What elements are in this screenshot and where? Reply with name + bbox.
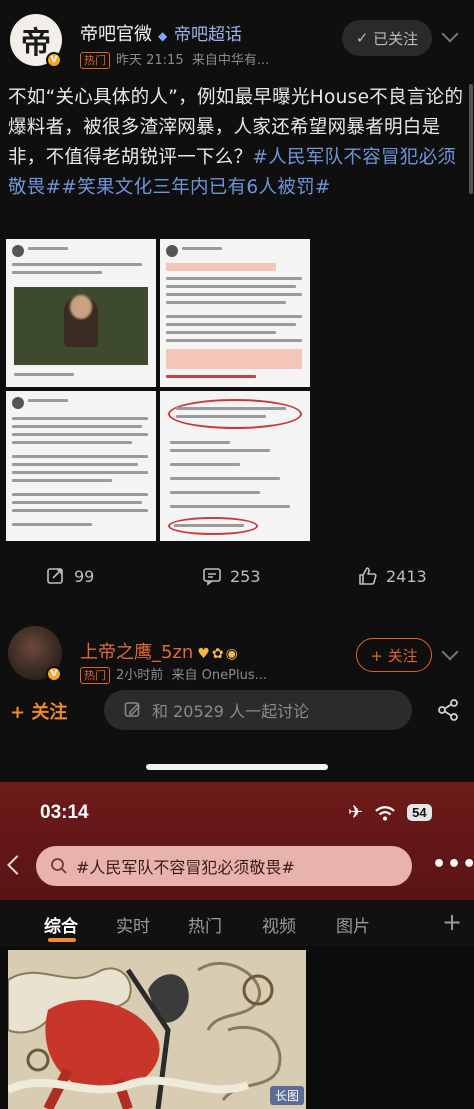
post-source: 来自中华有... [191,53,270,68]
second-author-name[interactable]: 上帝之鹰_5zn [80,642,193,663]
tab-realtime[interactable]: 实时 [116,912,150,937]
tab-video[interactable]: 视频 [262,912,296,937]
bottom-follow-button[interactable]: + 关注 [10,698,67,724]
comment-button[interactable]: 253 [202,566,261,586]
follow-button[interactable]: + 关注 [356,638,432,672]
post-action-bar: 99 253 2413 [0,560,474,596]
followed-label: 已关注 [373,29,419,48]
repost-button[interactable]: 99 [46,566,94,586]
status-icons: ✈ 54 [348,802,432,823]
long-image-badge: 长图 [270,1086,305,1105]
like-button[interactable]: 2413 [358,566,427,586]
post-image-2[interactable] [160,239,310,387]
tab-comprehensive[interactable]: 综合 [44,912,78,937]
second-post-source: 来自 OnePlus... [171,668,268,683]
author-name[interactable]: 帝吧官微 [80,24,152,45]
post-image-1[interactable] [6,239,156,387]
share-icon[interactable] [436,698,460,722]
chevron-down-icon[interactable] [441,643,459,661]
battery-icon: 54 [407,804,432,821]
tab-hot[interactable]: 热门 [188,912,222,937]
wifi-icon [375,805,395,820]
search-tabs: 综合 实时 热门 视频 图片 + [0,900,474,946]
status-clock: 03:14 [40,802,89,823]
like-count: 2413 [386,566,427,586]
repost-count: 99 [74,566,95,586]
more-icon[interactable]: ••• [432,852,474,877]
comment-icon [203,568,221,586]
search-input[interactable]: #人民军队不容冒犯必须敬畏# [36,846,412,886]
airplane-icon: ✈ [348,802,364,823]
supertopic-link[interactable]: 帝吧超话 [174,25,242,45]
tab-images[interactable]: 图片 [336,912,370,937]
second-post-time: 2小时前 [116,668,164,683]
author-row: 帝吧官微 ◆ 帝吧超话 [80,20,242,46]
comment-count: 253 [230,566,261,586]
discuss-input[interactable]: 和 20529 人一起讨论 [104,690,412,730]
search-icon [51,858,67,874]
post-image-grid [6,239,310,541]
hot-tag: 热门 [80,52,110,69]
post-image-3[interactable] [6,391,156,541]
result-image[interactable] [8,950,306,1109]
back-arrow-icon[interactable] [7,855,27,875]
verified-badge-icon: V [46,666,62,682]
search-query: #人民军队不容冒犯必须敬畏# [76,858,295,877]
verified-badge-icon: V [46,52,62,68]
hot-tag: 热门 [80,667,110,684]
diamond-icon: ◆ [158,29,168,43]
medal-icons: ♥✿◉ [197,646,240,662]
second-post-meta: 热门 2小时前 来自 OnePlus... [80,664,267,684]
second-author-row: 上帝之鹰_5zn ♥✿◉ [80,638,240,664]
hashtag-link[interactable]: #笑果文化三年内已有6人被罚# [61,177,330,198]
followed-button[interactable]: ✓ 已关注 [342,20,432,56]
second-screenshot: 03:14 ✈ 54 #人民军队不容冒犯必须敬畏# ••• 综合 实时 热门 视… [0,782,474,1109]
plus-icon[interactable]: + [442,908,462,936]
post-header: 帝 V 帝吧官微 ◆ 帝吧超话 热门 昨天 21:15 来自中华有... ✓ 已关注 [0,0,474,76]
post-time: 昨天 21:15 [116,53,184,68]
edit-icon [124,702,140,717]
post-meta: 热门 昨天 21:15 来自中华有... [80,49,269,69]
active-tab-indicator [48,938,76,942]
discuss-placeholder: 和 20529 人一起讨论 [152,702,310,721]
post-body: 不如“关心具体的人”，例如最早曝光House不良言论的爆料者，被很多渣滓网暴，人… [8,83,464,203]
scrollbar[interactable] [469,84,473,194]
painting-art [8,950,306,1109]
search-header: 03:14 ✈ 54 #人民军队不容冒犯必须敬畏# ••• [0,782,474,900]
like-icon [359,567,377,585]
repost-icon [47,568,63,584]
post-image-4[interactable] [160,391,310,541]
chevron-down-icon[interactable] [441,25,459,43]
home-indicator[interactable] [146,764,328,770]
second-post-header: V 上帝之鹰_5zn ♥✿◉ 热门 2小时前 来自 OnePlus... + 关注 [0,622,474,684]
bottom-action-bar: + 关注 和 20529 人一起讨论 [0,686,474,736]
